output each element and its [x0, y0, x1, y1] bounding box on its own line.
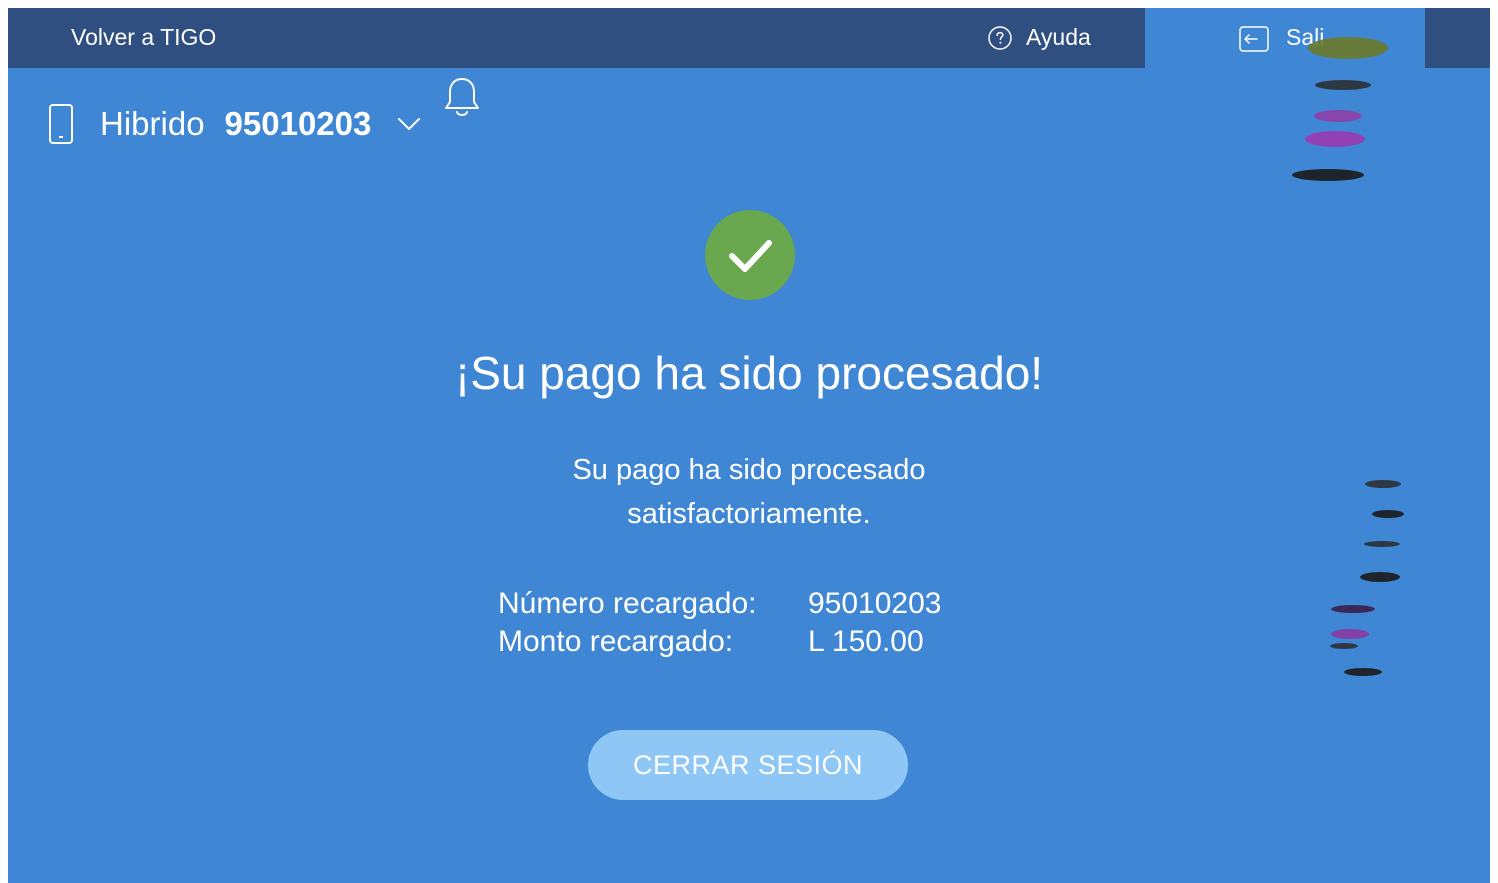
back-to-tigo-link[interactable]: Volver a TIGO: [71, 24, 216, 51]
recharged-amount-value: L 150.00: [808, 625, 924, 658]
line-selector[interactable]: Hibrido 95010203: [48, 103, 421, 145]
success-indicator: [705, 210, 795, 300]
recharged-number-label: Número recargado:: [498, 587, 757, 620]
logout-label: Sali: [1286, 24, 1325, 50]
top-navigation-bar: Volver a TIGO Ayuda Sali: [8, 8, 1490, 68]
logout-button[interactable]: Sali: [1145, 8, 1425, 68]
payment-confirmation-page: Volver a TIGO Ayuda Sali Hibrido 9501020…: [8, 8, 1490, 883]
logout-arrow-icon: [1239, 26, 1269, 52]
detail-row-number: Número recargado: 95010203: [498, 585, 941, 623]
help-link[interactable]: Ayuda: [988, 24, 1091, 51]
line-type-label: Hibrido: [100, 105, 205, 142]
line-number: 95010203: [224, 105, 372, 142]
detail-row-amount: Monto recargado: L 150.00: [498, 623, 941, 661]
help-label: Ayuda: [1026, 24, 1091, 50]
recharged-number-value: 95010203: [808, 587, 942, 620]
mobile-phone-icon: [49, 104, 73, 144]
confirmation-title: ¡Su pago ha sido procesado!: [454, 347, 1044, 399]
question-circle-icon: [988, 25, 1012, 50]
recharged-amount-label: Monto recargado:: [498, 625, 734, 658]
chevron-down-icon[interactable]: [397, 116, 421, 132]
bell-icon[interactable]: [443, 76, 481, 120]
checkmark-icon: [729, 240, 772, 272]
close-session-button[interactable]: CERRAR SESIÓN: [588, 730, 908, 800]
recharge-details: Número recargado: 95010203 Monto recarga…: [498, 585, 941, 661]
confirmation-message: Su pago ha sido procesado satisfactoriam…: [572, 454, 926, 530]
